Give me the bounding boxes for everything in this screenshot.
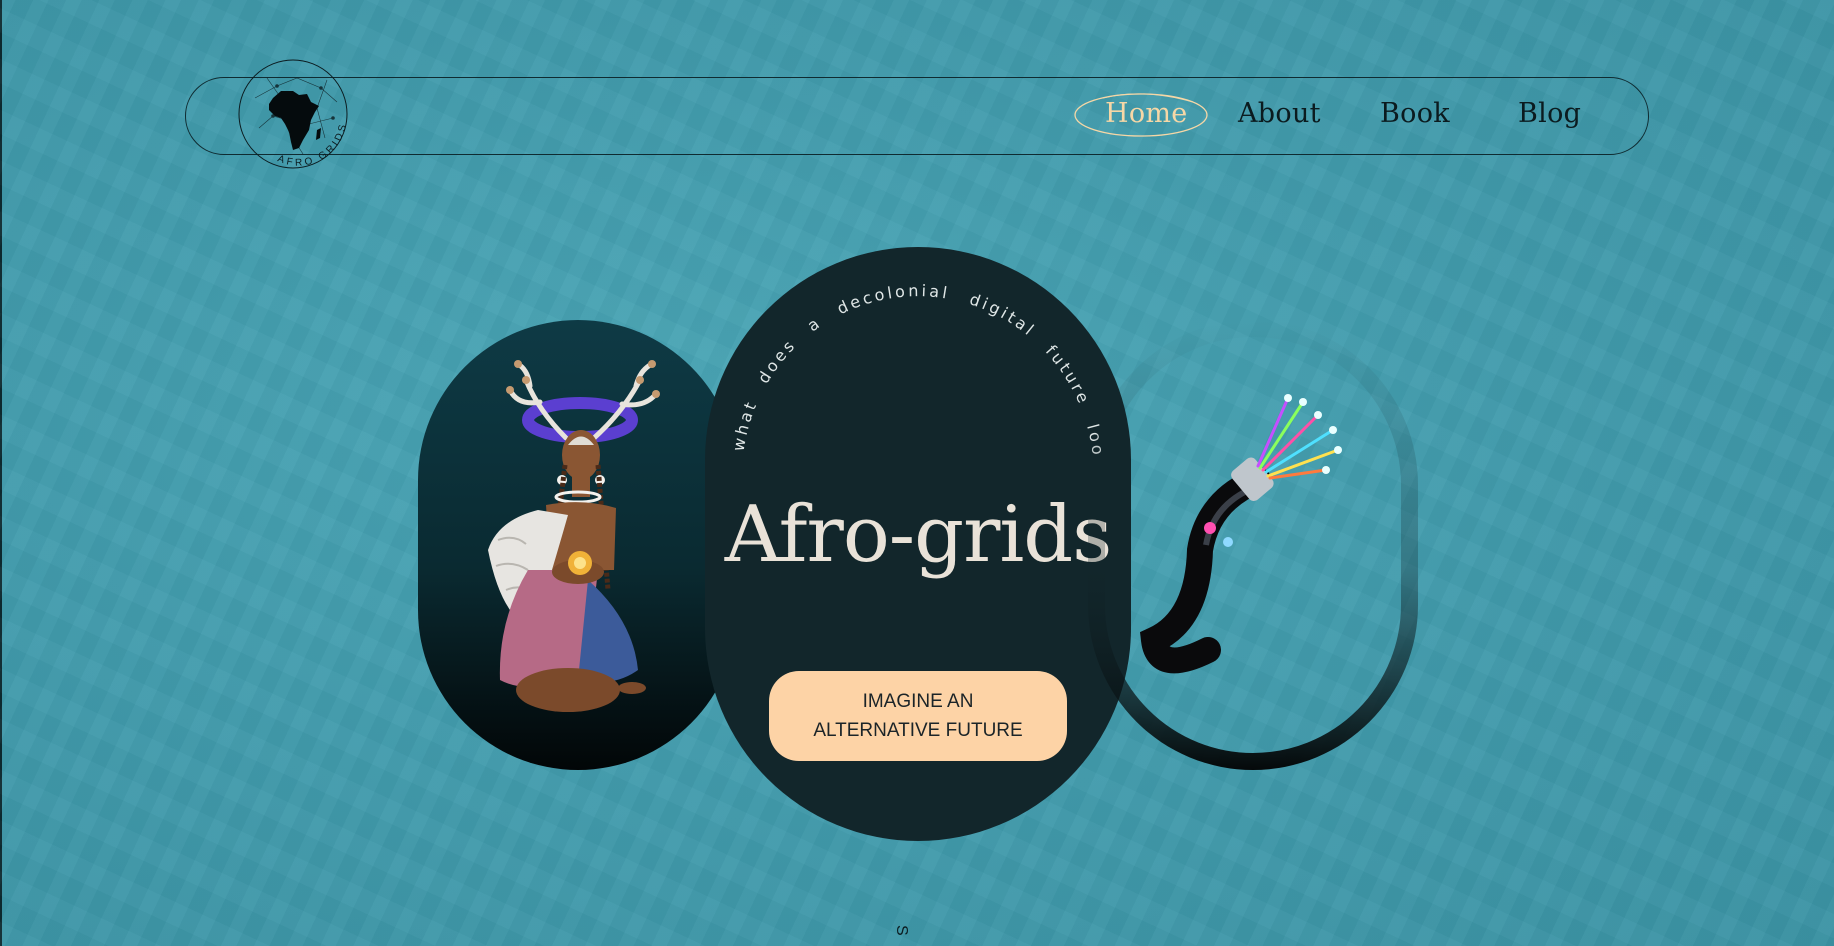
imagine-future-button[interactable]: IMAGINE AN ALTERNATIVE FUTURE <box>769 671 1067 761</box>
nav-home-link[interactable]: Home <box>1105 98 1188 129</box>
fiber-optic-cable-illustration <box>1088 320 1418 770</box>
window-edge <box>0 0 2 946</box>
scroll-hint: S <box>893 925 910 936</box>
svg-text:what does a decolonial digital: what does a decolonial digital future lo… <box>705 247 1108 459</box>
nav-blog-link[interactable]: Blog <box>1518 98 1581 129</box>
cta-line-1: IMAGINE AN <box>862 691 974 712</box>
hero-cable-card <box>1088 320 1418 770</box>
antlered-woman-illustration <box>488 360 660 712</box>
nav-about-link[interactable]: About <box>1238 98 1321 129</box>
nav-book-link[interactable]: Book <box>1380 98 1450 129</box>
afro-grids-logo[interactable]: AFRO GRIDS <box>237 58 355 176</box>
hero-figure-card <box>418 320 738 770</box>
cta-line-2: ALTERNATIVE FUTURE <box>813 720 1023 741</box>
page-title: Afro-grids <box>724 490 1113 580</box>
svg-text:AFRO GRIDS: AFRO GRIDS <box>276 121 349 169</box>
africa-map-icon <box>269 91 319 150</box>
